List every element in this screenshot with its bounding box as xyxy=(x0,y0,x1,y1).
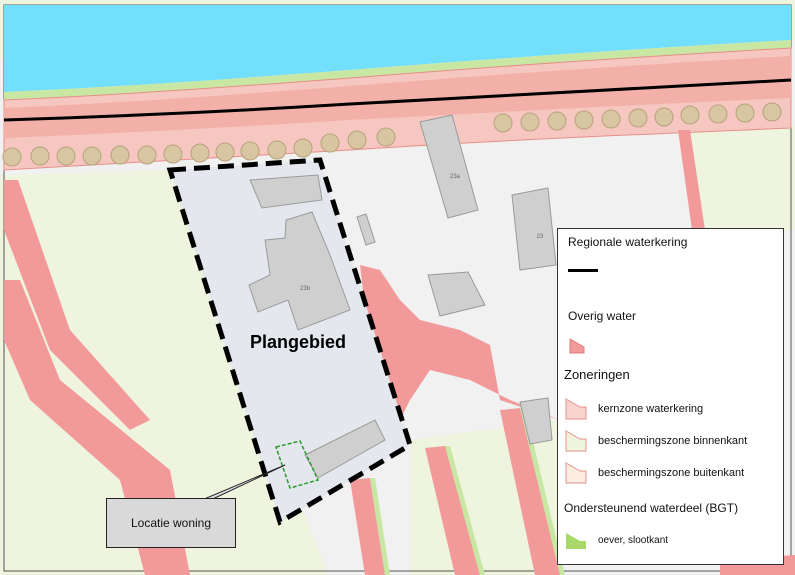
bank-symbol xyxy=(566,533,586,549)
legend-other-water-title: Overig water xyxy=(568,309,637,323)
building-label-23b: 23b xyxy=(300,286,311,292)
legend-supporting-water-heading: Ondersteunend waterdeel (BGT) xyxy=(564,501,739,515)
building-label-23a: 23a xyxy=(450,174,461,180)
core-zone-symbol xyxy=(565,398,587,420)
legend-panel: Regionale waterkering Overig water Zoner… xyxy=(557,228,784,565)
legend-zoning-heading: Zoneringen xyxy=(564,367,630,382)
plan-area-label: Plangebied xyxy=(250,332,346,352)
regional-levee-symbol xyxy=(568,269,598,272)
other-water-symbol xyxy=(569,338,585,354)
house-location-callout: Locatie woning xyxy=(106,498,236,548)
protection-zone-inner-symbol xyxy=(565,430,587,452)
legend-regional-levee-title: Regionale waterkering xyxy=(568,235,688,249)
protection-zone-outer-symbol xyxy=(565,462,587,484)
legend-item-protection-zone-outer: beschermingszone buitenkant xyxy=(598,467,745,479)
legend-item-bank: oever, slootkant xyxy=(598,535,669,546)
building-label-23: 23 xyxy=(537,234,544,240)
callout-label: Locatie woning xyxy=(130,516,212,530)
legend-item-protection-zone-inner: beschermingszone binnenkant xyxy=(598,435,748,447)
legend-item-core-zone: kernzone waterkering xyxy=(598,403,704,415)
